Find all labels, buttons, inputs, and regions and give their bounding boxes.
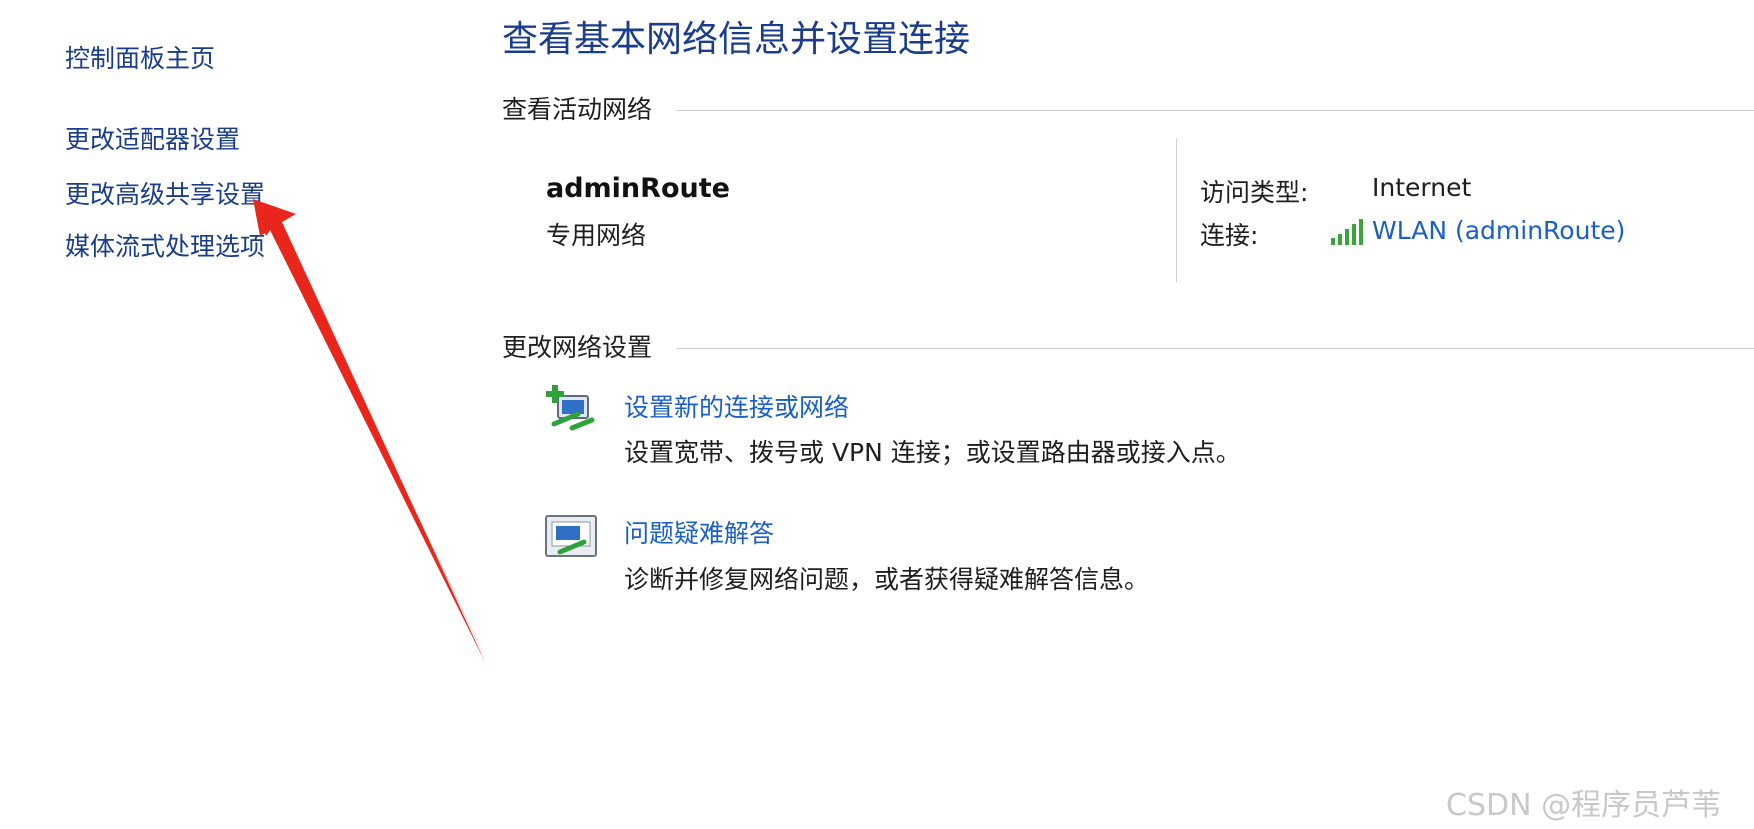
connection-link[interactable]: WLAN (adminRoute) bbox=[1372, 216, 1625, 245]
sidebar-item-change-advanced-sharing[interactable]: 更改高级共享设置 bbox=[65, 175, 265, 211]
troubleshoot-icon bbox=[545, 515, 597, 557]
access-type-value: Internet bbox=[1372, 173, 1472, 202]
network-name: adminRoute bbox=[546, 173, 730, 204]
sidebar-home-link[interactable]: 控制面板主页 bbox=[65, 39, 215, 75]
setup-new-connection-link[interactable]: 设置新的连接或网络 bbox=[624, 388, 849, 424]
sidebar-item-media-streaming[interactable]: 媒体流式处理选项 bbox=[65, 227, 265, 263]
page-title: 查看基本网络信息并设置连接 bbox=[502, 19, 971, 60]
wifi-signal-icon bbox=[1331, 219, 1363, 245]
setup-new-connection-description: 设置宽带、拨号或 VPN 连接；或设置路由器或接入点。 bbox=[624, 438, 1241, 467]
new-connection-icon bbox=[546, 385, 595, 431]
vertical-divider bbox=[1176, 138, 1177, 282]
watermark: CSDN @程序员芦苇 bbox=[1446, 788, 1722, 823]
troubleshoot-description: 诊断并修复网络问题，或者获得疑难解答信息。 bbox=[624, 565, 1150, 594]
section-divider bbox=[676, 110, 1754, 111]
sidebar-item-change-adapter-settings[interactable]: 更改适配器设置 bbox=[65, 120, 240, 156]
section-divider bbox=[676, 348, 1754, 349]
troubleshoot-link[interactable]: 问题疑难解答 bbox=[624, 514, 774, 550]
access-type-label: 访问类型: bbox=[1200, 178, 1309, 207]
connections-label: 连接: bbox=[1200, 221, 1259, 250]
network-type: 专用网络 bbox=[546, 221, 647, 250]
change-settings-heading: 更改网络设置 bbox=[502, 333, 653, 362]
active-networks-heading: 查看活动网络 bbox=[502, 95, 653, 124]
annotation-arrow bbox=[253, 199, 492, 672]
